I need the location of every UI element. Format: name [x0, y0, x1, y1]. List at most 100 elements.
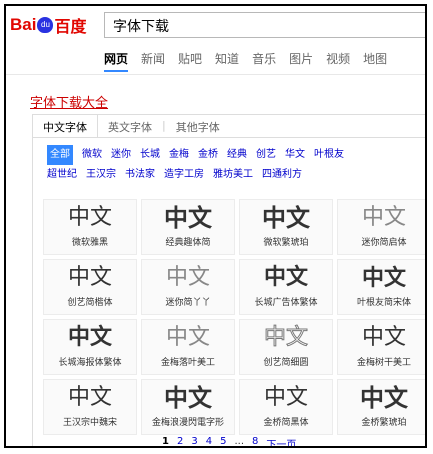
font-preview: 中文	[67, 265, 112, 290]
page-5[interactable]: 5	[220, 436, 226, 446]
font-grid: 中文 微软雅黑 中文 经典趣体简 中文 微软繁琥珀 中文 迷你简启体 中文 创艺简楷体 中…	[43, 199, 425, 435]
font-card[interactable]: 中文 迷你简丫丫	[141, 259, 235, 315]
font-preview: 中文	[361, 205, 406, 230]
font-preview: 中文	[165, 325, 210, 350]
font-name: 迷你简启体	[361, 238, 407, 248]
font-preview: 中文	[262, 204, 310, 232]
category-item[interactable]: 叶根友	[314, 145, 344, 165]
font-card[interactable]: 中文 金桥简黑体	[239, 379, 333, 435]
font-card[interactable]: 中文 金梅树干美工	[337, 319, 425, 375]
logo-bai: Bai	[10, 15, 37, 34]
search-nav: 网页 新闻 贴吧 知道 音乐 图片 视频 地图	[104, 50, 387, 72]
nav-map[interactable]: 地图	[363, 50, 387, 72]
font-preview: 中文	[361, 265, 406, 291]
category-item[interactable]: 微软	[82, 145, 102, 165]
font-name: 经典趣体简	[165, 238, 211, 248]
category-item[interactable]: 创艺	[256, 145, 276, 165]
nav-news[interactable]: 新闻	[141, 50, 165, 72]
category-item[interactable]: 华文	[285, 145, 305, 165]
nav-images[interactable]: 图片	[289, 50, 313, 72]
font-name: 金梅落叶美工	[160, 358, 215, 368]
font-card[interactable]: 中文 金桥繁琥珀	[337, 379, 425, 435]
browser-frame: Bai du 百度 字体下载 网页 新闻 贴吧 知道 音乐 图片 视频 地图 字…	[4, 4, 427, 448]
font-preview: 中文	[360, 384, 408, 412]
font-preview: 中文	[263, 325, 308, 351]
font-preview: 中文	[263, 385, 308, 410]
category-item[interactable]: 造字工房	[164, 165, 204, 185]
font-card[interactable]: 中文 叶根友简宋体	[337, 259, 425, 315]
logo-baidu-text: 百度	[54, 19, 87, 36]
font-card[interactable]: 中文 创艺简细圆	[239, 319, 333, 375]
font-preview: 中文	[67, 325, 112, 350]
category-filter: 全部 微软 迷你 长城 金梅 金桥 经典 创艺 华文 叶根友 超世纪 王汉宗 书…	[47, 145, 417, 185]
font-card[interactable]: 中文 经典趣体简	[141, 199, 235, 255]
next-page-link[interactable]: 下一页	[266, 436, 296, 446]
nav-zhidao[interactable]: 知道	[215, 50, 239, 72]
font-preview: 中文	[263, 265, 308, 290]
page-4[interactable]: 4	[206, 436, 212, 446]
font-name: 金梅浪漫閃電字形	[151, 418, 224, 428]
font-card[interactable]: 中文 创艺简楷体	[43, 259, 137, 315]
font-preview: 中文	[67, 205, 112, 230]
pagination: 1 2 3 4 5 ... 8 下一页	[162, 436, 296, 447]
tab-english-fonts[interactable]: 英文字体	[98, 115, 162, 137]
font-card[interactable]: 中文 微软雅黑	[43, 199, 137, 255]
font-card[interactable]: 中文 迷你简启体	[337, 199, 425, 255]
header: Bai du 百度 字体下载	[6, 6, 425, 46]
category-item[interactable]: 超世纪	[47, 165, 77, 185]
font-preview: 中文	[165, 265, 210, 290]
category-row: 超世纪 王汉宗 书法家 造字工房 雅坊美工 四通利方	[47, 165, 417, 185]
font-card[interactable]: 中文 金梅落叶美工	[141, 319, 235, 375]
category-item[interactable]: 金桥	[198, 145, 218, 165]
nav-tieba[interactable]: 贴吧	[178, 50, 202, 72]
paw-icon: du	[37, 17, 54, 33]
font-preview: 中文	[361, 325, 406, 350]
page-8[interactable]: 8	[252, 436, 258, 446]
font-card[interactable]: 中文金梅浪漫閃電字形	[141, 379, 235, 435]
category-item[interactable]: 王汉宗	[86, 165, 116, 185]
font-preview: 中文	[67, 385, 112, 410]
font-name: 创艺简楷体	[67, 298, 113, 308]
font-card[interactable]: 中文 王汉宗中魏宋	[43, 379, 137, 435]
nav-video[interactable]: 视频	[326, 50, 350, 72]
font-name: 微软繁琥珀	[263, 238, 309, 248]
font-name: 叶根友简宋体	[356, 298, 411, 308]
font-preview: 中文	[164, 204, 212, 232]
font-name: 长城海报体繁体	[58, 358, 122, 368]
baidu-logo[interactable]: Bai du 百度	[10, 12, 86, 38]
category-row: 全部 微软 迷你 长城 金梅 金桥 经典 创艺 华文 叶根友	[47, 145, 417, 165]
font-name: 迷你简丫丫	[165, 298, 211, 308]
font-card[interactable]: 中文 长城广告体繁体	[239, 259, 333, 315]
category-item[interactable]: 雅坊美工	[213, 165, 253, 185]
font-preview: 中文	[164, 384, 212, 412]
font-tabs: 中文字体 英文字体 | 其他字体	[33, 115, 425, 138]
font-name: 长城广告体繁体	[254, 298, 318, 308]
nav-music[interactable]: 音乐	[252, 50, 276, 72]
page-1[interactable]: 1	[162, 436, 169, 446]
category-item[interactable]: 经典	[227, 145, 247, 165]
page-2[interactable]: 2	[177, 436, 183, 446]
page-3[interactable]: 3	[191, 436, 197, 446]
category-all[interactable]: 全部	[47, 145, 73, 165]
tab-chinese-fonts[interactable]: 中文字体	[33, 115, 98, 137]
font-name: 王汉宗中魏宋	[62, 418, 117, 428]
font-card[interactable]: 中文 长城海报体繁体	[43, 319, 137, 375]
nav-web[interactable]: 网页	[104, 50, 129, 72]
font-name: 创艺简细圆	[263, 358, 309, 368]
page-ellipsis: ...	[234, 436, 245, 447]
category-item[interactable]: 迷你	[111, 145, 131, 165]
result-title-link[interactable]: 字体下载大全	[30, 92, 108, 111]
tab-other-fonts[interactable]: 其他字体	[166, 115, 230, 137]
font-name: 金桥简黑体	[263, 418, 309, 428]
search-input[interactable]: 字体下载	[104, 12, 425, 38]
font-name: 微软雅黑	[71, 238, 108, 248]
category-item[interactable]: 长城	[140, 145, 160, 165]
category-item[interactable]: 四通利方	[262, 165, 302, 185]
font-card[interactable]: 中文 微软繁琥珀	[239, 199, 333, 255]
nav-divider	[6, 74, 425, 75]
category-item[interactable]: 金梅	[169, 145, 189, 165]
font-name: 金梅树干美工	[356, 358, 411, 368]
font-panel: 中文字体 英文字体 | 其他字体 全部 微软 迷你 长城 金梅 金桥 经典 创艺…	[32, 114, 425, 446]
category-item[interactable]: 书法家	[125, 165, 155, 185]
font-name: 金桥繁琥珀	[361, 418, 407, 428]
